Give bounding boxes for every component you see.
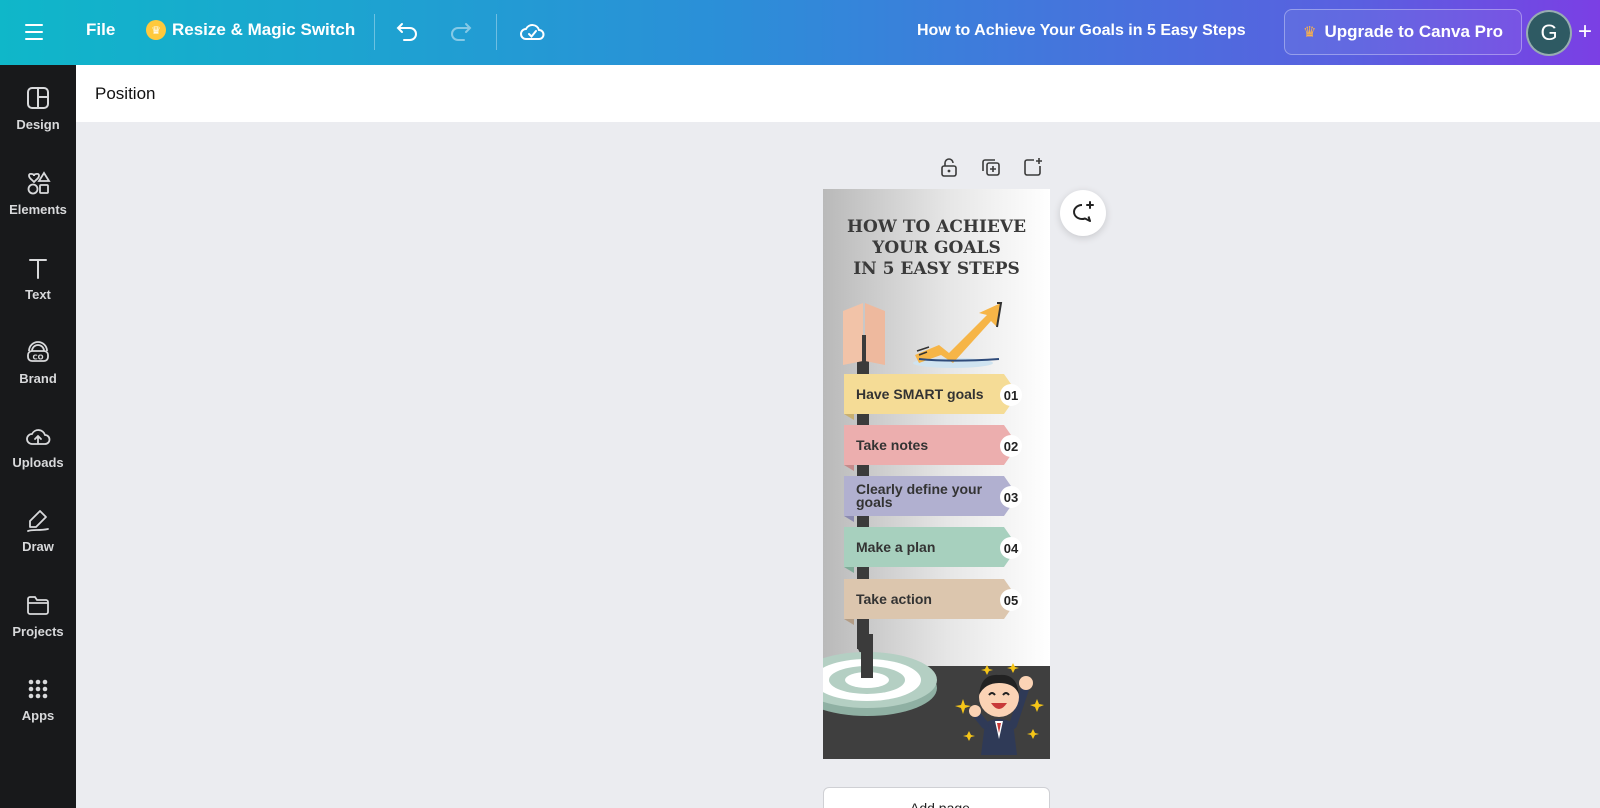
sidebar-item-apps[interactable]: Apps	[0, 676, 76, 723]
crown-icon: ♛	[146, 20, 166, 40]
open-book-illustration	[843, 303, 885, 365]
target-illustration	[823, 634, 937, 716]
step-number: 02	[1000, 435, 1022, 457]
file-menu-button[interactable]: File	[86, 20, 115, 40]
svg-text:CO: CO	[32, 354, 43, 362]
sidebar-item-label: Text	[25, 287, 51, 302]
sidebar-item-label: Projects	[12, 624, 64, 639]
sidebar-item-brand[interactable]: CO Brand	[0, 339, 76, 386]
comment-add-icon	[1073, 201, 1094, 222]
sidebar: Design Elements Text CO Brand Uploads Dr…	[0, 65, 76, 808]
sidebar-item-design[interactable]: Design	[0, 85, 76, 132]
step-label: Make a plan	[856, 538, 936, 555]
sign-shadow	[844, 567, 854, 573]
crown-icon: ♛	[1303, 24, 1317, 41]
sign-shadow	[844, 465, 854, 471]
menu-button[interactable]	[20, 18, 48, 46]
upgrade-label: Upgrade to Canva Pro	[1324, 22, 1503, 41]
apps-icon	[28, 679, 48, 699]
sidebar-item-label: Elements	[9, 202, 67, 217]
step-label: Take action	[856, 590, 932, 607]
undo-button[interactable]	[394, 18, 420, 44]
heading-line: HOW TO ACHIEVE	[846, 217, 1027, 237]
growth-arrow-illustration	[913, 302, 1003, 368]
avatar[interactable]: G	[1526, 10, 1572, 56]
step-label: Take notes	[856, 436, 929, 453]
redo-button[interactable]	[448, 18, 474, 44]
folder-icon	[27, 596, 49, 615]
sign-shadow	[844, 516, 854, 522]
elements-icon	[27, 171, 51, 195]
sidebar-item-uploads[interactable]: Uploads	[0, 423, 76, 470]
sign-shadow	[844, 619, 854, 625]
design-page[interactable]: HOW TO ACHIEVE YOUR GOALS IN 5 EASY STEP…	[823, 189, 1050, 759]
step-sign-1[interactable]: Have SMART goals 01	[844, 374, 1022, 420]
add-page-button[interactable]: Add page	[823, 787, 1050, 808]
step-number: 01	[1000, 384, 1022, 406]
sign-shadow	[844, 414, 854, 420]
resize-label: Resize & Magic Switch	[172, 20, 356, 39]
upgrade-button[interactable]: ♛ Upgrade to Canva Pro	[1284, 9, 1522, 55]
uploads-icon	[26, 429, 51, 445]
add-page-icon[interactable]	[1022, 156, 1044, 178]
add-comment-button[interactable]	[1060, 190, 1106, 236]
menu-line	[25, 24, 43, 26]
step-sign-3[interactable]: Clearly define your goals 03	[844, 476, 1022, 522]
sidebar-item-projects[interactable]: Projects	[0, 592, 76, 639]
sidebar-item-label: Apps	[21, 708, 55, 723]
sidebar-item-text[interactable]: Text	[0, 255, 76, 302]
menu-line	[25, 31, 43, 33]
text-icon	[29, 259, 47, 279]
step-sign-5[interactable]: Take action 05	[844, 579, 1022, 625]
lock-icon[interactable]	[938, 156, 960, 178]
design-icon	[27, 87, 49, 109]
save-status-button[interactable]	[518, 18, 546, 46]
context-toolbar: Position	[76, 65, 1600, 122]
top-toolbar: File ♛ Resize & Magic Switch How to Achi…	[0, 0, 1600, 65]
step-sign-4[interactable]: Make a plan 04	[844, 527, 1022, 573]
undo-icon	[396, 23, 417, 41]
celebrating-person-illustration	[955, 663, 1044, 755]
duplicate-page-icon[interactable]	[980, 156, 1002, 178]
redo-icon	[451, 23, 472, 41]
step-label: Clearly define your goals	[856, 481, 983, 510]
step-number: 04	[1000, 537, 1022, 559]
draw-icon	[27, 510, 49, 532]
document-title[interactable]: How to Achieve Your Goals in 5 Easy Step…	[917, 22, 1246, 40]
step-label: Have SMART goals	[856, 385, 984, 402]
heading-line: YOUR GOALS	[872, 238, 1001, 258]
menu-line	[25, 38, 43, 40]
sidebar-item-draw[interactable]: Draw	[0, 507, 76, 554]
sidebar-item-label: Brand	[19, 371, 57, 386]
sidebar-item-label: Draw	[22, 539, 54, 554]
sidebar-item-label: Design	[16, 117, 60, 132]
sidebar-item-elements[interactable]: Elements	[0, 170, 76, 217]
page-heading[interactable]: HOW TO ACHIEVE YOUR GOALS IN 5 EASY STEP…	[823, 217, 1050, 280]
toolbar-divider	[496, 14, 497, 50]
sidebar-item-label: Uploads	[12, 455, 64, 470]
heading-line: IN 5 EASY STEPS	[853, 259, 1020, 279]
step-number: 05	[1000, 589, 1022, 611]
position-button[interactable]: Position	[95, 84, 155, 104]
add-page-label: Add page	[910, 800, 970, 808]
add-collaborator-button[interactable]: +	[1578, 18, 1592, 46]
step-number: 03	[1000, 486, 1022, 508]
step-sign-2[interactable]: Take notes 02	[844, 425, 1022, 471]
brand-icon: CO	[27, 341, 49, 362]
cloud-check-icon	[520, 24, 545, 40]
toolbar-divider	[374, 14, 375, 50]
resize-magic-switch-button[interactable]: ♛ Resize & Magic Switch	[146, 20, 355, 40]
